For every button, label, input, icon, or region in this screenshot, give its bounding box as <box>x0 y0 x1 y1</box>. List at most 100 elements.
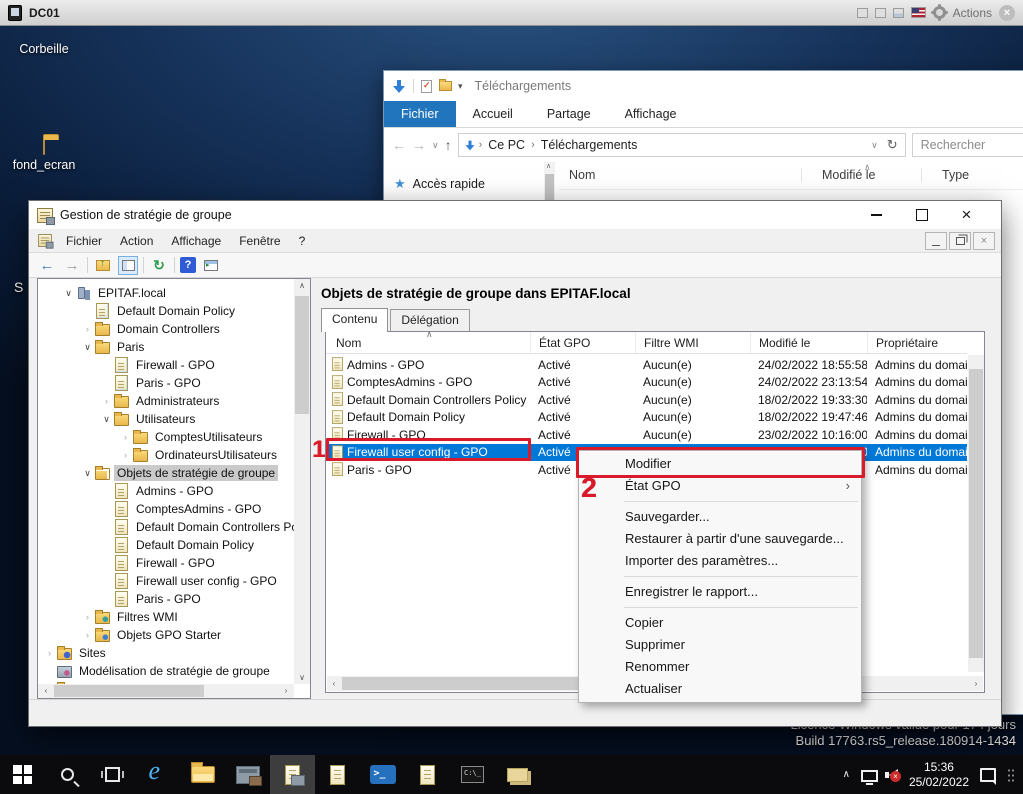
context-menu-item-sauvegarder[interactable]: Sauvegarder... <box>579 506 861 528</box>
context-menu-item-etat-gpo[interactable]: État GPO› <box>579 475 861 497</box>
tree-item-filtres-wmi[interactable]: ›Filtres WMI <box>38 608 294 626</box>
tree-expander-collapsed-icon[interactable]: › <box>80 630 95 640</box>
vm-thumbnail-icon[interactable] <box>857 8 868 18</box>
vm-close-icon[interactable]: × <box>999 5 1015 21</box>
refresh-icon[interactable]: ↻ <box>887 137 898 153</box>
server-manager-button[interactable] <box>225 755 270 794</box>
tree-item-firewall-gpo[interactable]: Firewall - GPO <box>38 554 294 572</box>
tree-item-default-domain-policy[interactable]: Default Domain Policy <box>38 536 294 554</box>
tree-expander-expanded-icon[interactable]: ∨ <box>99 414 114 425</box>
tab-contenu[interactable]: Contenu <box>321 308 388 332</box>
address-dropdown-icon[interactable]: ∨ <box>871 140 878 151</box>
tree-item-sites[interactable]: ›Sites <box>38 644 294 662</box>
tree-item-firewall-user-config-gpo[interactable]: Firewall user config - GPO <box>38 572 294 590</box>
quick-access-toolbar-dropdown-icon[interactable]: ▾ <box>458 81 463 92</box>
network-icon[interactable] <box>861 770 878 782</box>
tree-item-default-domain-policy[interactable]: Default Domain Policy <box>38 302 294 320</box>
back-button[interactable]: ← <box>392 137 406 153</box>
maximize-button[interactable] <box>899 201 944 229</box>
refresh-icon[interactable]: ↻ <box>149 256 169 275</box>
ribbon-tab-accueil[interactable]: Accueil <box>456 101 530 127</box>
column-header-filtre-wmi[interactable]: Filtre WMI <box>635 332 750 353</box>
tree-expander-collapsed-icon[interactable]: › <box>42 648 57 658</box>
keyboard-layout-flag-icon[interactable] <box>911 7 926 18</box>
column-header-nom[interactable]: Nom <box>569 168 595 182</box>
desktop-icon-recycle-bin[interactable]: Corbeille <box>8 38 80 56</box>
address-bar[interactable]: ›Ce PC›Téléchargements ∨ ↻ <box>458 133 906 157</box>
tree-item-domain-controllers[interactable]: ›Domain Controllers <box>38 320 294 338</box>
scroll-up-icon[interactable]: ∧ <box>294 281 310 290</box>
help-icon[interactable]: ? <box>180 257 196 273</box>
tree-item-admins-gpo[interactable]: Admins - GPO <box>38 482 294 500</box>
gpo-editor-button[interactable] <box>315 755 360 794</box>
vm-resize-icon[interactable] <box>875 8 886 18</box>
internet-explorer-button[interactable] <box>135 755 180 794</box>
actions-button[interactable]: Actions <box>953 6 992 20</box>
tree-item-firewall-gpo[interactable]: Firewall - GPO <box>38 356 294 374</box>
command-prompt-button[interactable] <box>450 755 495 794</box>
tree-item-comptesadmins-gpo[interactable]: ComptesAdmins - GPO <box>38 500 294 518</box>
tab-delegation[interactable]: Délégation <box>390 309 469 331</box>
minimize-button[interactable] <box>854 201 899 229</box>
child-restore-button[interactable] <box>949 232 971 250</box>
scrollbar-thumb[interactable] <box>295 296 309 414</box>
context-menu-item-enregistrer-le-rapport[interactable]: Enregistrer le rapport... <box>579 581 861 603</box>
scrollbar-thumb[interactable] <box>54 685 204 697</box>
search-button[interactable] <box>45 755 90 794</box>
child-close-button[interactable]: × <box>973 232 995 250</box>
tree-expander-expanded-icon[interactable]: ∨ <box>61 288 76 299</box>
tree-item-modelisation-de-strategie-de-groupe[interactable]: Modélisation de stratégie de groupe <box>38 662 294 680</box>
tree-item-objets-de-strategie-de-groupe[interactable]: ∨Objets de stratégie de groupe <box>38 464 294 482</box>
ribbon-tab-affichage[interactable]: Affichage <box>608 101 694 127</box>
tree-vertical-scrollbar[interactable]: ∧ ∨ <box>294 279 310 684</box>
tree-expander-collapsed-icon[interactable]: › <box>118 432 133 442</box>
tree-item-objets-gpo-starter[interactable]: ›Objets GPO Starter <box>38 626 294 644</box>
menu-fenetre[interactable]: Fenêtre <box>230 231 289 251</box>
gpo-row-default-domain-policy[interactable]: Default Domain PolicyActivéAucun(e)18/02… <box>326 409 967 427</box>
settings-gear-icon[interactable] <box>933 6 946 19</box>
scroll-right-icon[interactable]: › <box>278 686 294 695</box>
gpo-row-admins-gpo[interactable]: Admins - GPOActivéAucun(e)24/02/2022 18:… <box>326 356 967 374</box>
context-menu-item-renommer[interactable]: Renommer <box>579 656 861 678</box>
ribbon-tab-fichier[interactable]: Fichier <box>384 101 456 127</box>
desktop-icon-fond-ecran[interactable]: fond_ecran <box>8 140 80 172</box>
column-header-proprietaire[interactable]: Propriétaire <box>867 332 967 353</box>
show-console-tree-icon[interactable] <box>118 256 138 275</box>
new-folder-icon[interactable] <box>439 81 452 91</box>
gpo-row-default-domain-controllers-policy[interactable]: Default Domain Controllers PolicyActivéA… <box>326 391 967 409</box>
hidden-icons-chevron-icon[interactable]: ∧ <box>843 769 850 780</box>
column-header-modifie-le[interactable]: Modifié le <box>750 332 867 353</box>
tree-item-utilisateurs[interactable]: ∨Utilisateurs <box>38 410 294 428</box>
scroll-left-icon[interactable]: ‹ <box>38 686 54 695</box>
close-button[interactable]: × <box>944 201 989 229</box>
context-menu-item-importer-des-parametres[interactable]: Importer des paramètres... <box>579 550 861 572</box>
tree-item-paris-gpo[interactable]: Paris - GPO <box>38 590 294 608</box>
tree-horizontal-scrollbar[interactable]: ‹ › <box>38 684 294 698</box>
start-button[interactable] <box>0 755 45 794</box>
column-header-type[interactable]: Type <box>921 168 969 182</box>
up-one-level-icon[interactable] <box>93 256 113 275</box>
tree-item-administrateurs[interactable]: ›Administrateurs <box>38 392 294 410</box>
context-menu-item-restaurer-a-partir-d-une-sauvegarde[interactable]: Restaurer à partir d'une sauvegarde... <box>579 528 861 550</box>
powershell-button[interactable] <box>360 755 405 794</box>
context-menu-item-supprimer[interactable]: Supprimer <box>579 634 861 656</box>
tree-expander-collapsed-icon[interactable]: › <box>80 324 95 334</box>
menu-action[interactable]: Action <box>111 231 162 251</box>
up-button[interactable]: ↑ <box>445 137 452 153</box>
export-list-icon[interactable] <box>201 256 221 275</box>
tree-expander-collapsed-icon[interactable]: › <box>99 396 114 406</box>
column-header-etat-gpo[interactable]: État GPO <box>530 332 635 353</box>
taskbar-clock[interactable]: 15:36 25/02/2022 <box>909 760 969 790</box>
tree-expander-expanded-icon[interactable]: ∨ <box>80 342 95 353</box>
breadcrumb-item-ce-pc[interactable]: Ce PC <box>488 138 525 152</box>
menu-affichage[interactable]: Affichage <box>162 231 230 251</box>
properties-icon[interactable] <box>421 80 432 93</box>
back-icon[interactable]: ← <box>37 256 57 275</box>
column-header-nom[interactable]: Nom∧ <box>326 332 530 353</box>
tree-expander-expanded-icon[interactable]: ∨ <box>80 468 95 479</box>
child-minimize-button[interactable] <box>925 232 947 250</box>
menu-fichier[interactable]: Fichier <box>57 231 111 251</box>
column-header-modifie-le[interactable]: Modifié le <box>801 168 876 182</box>
breadcrumb-item-telechargements[interactable]: Téléchargements <box>541 138 638 152</box>
scroll-right-icon[interactable]: › <box>969 679 983 688</box>
